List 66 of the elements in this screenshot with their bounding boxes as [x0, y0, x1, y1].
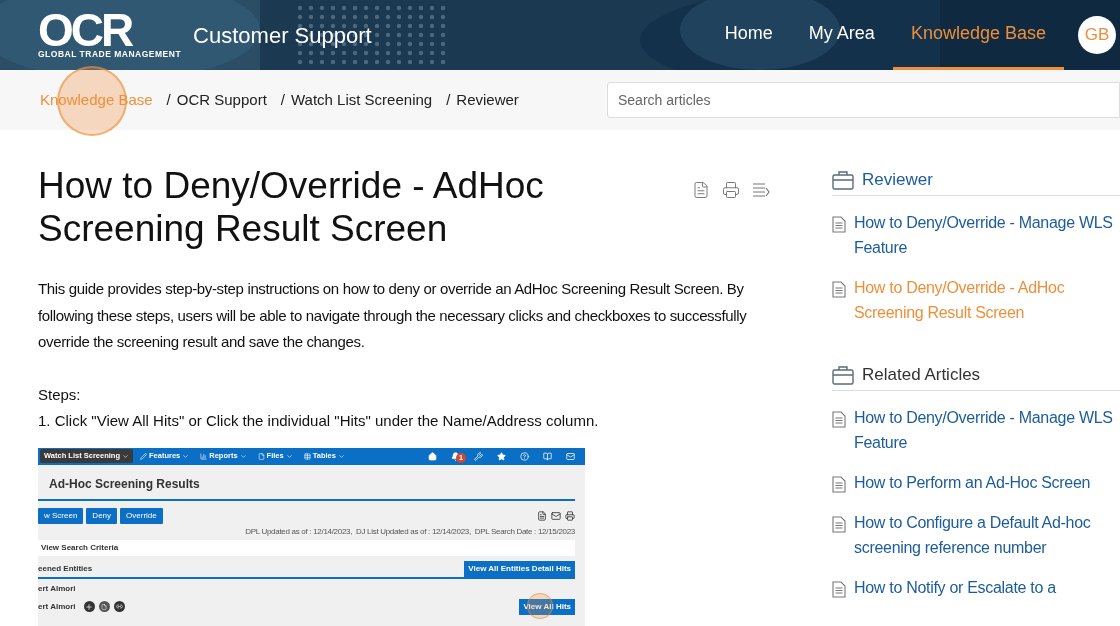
- pdf-icon[interactable]: [537, 510, 547, 521]
- document-icon: [832, 581, 846, 598]
- table-icon: [303, 452, 311, 460]
- document-icon: [832, 281, 846, 298]
- app-button[interactable]: Deny: [86, 507, 118, 524]
- nav-link[interactable]: Home: [706, 0, 791, 70]
- wrench-icon[interactable]: [474, 451, 483, 461]
- briefcase-icon: [832, 364, 854, 385]
- link-icon[interactable]: [113, 601, 125, 612]
- search-field[interactable]: Search articles: [607, 82, 1120, 118]
- document-icon: [832, 476, 846, 493]
- pdf-icon[interactable]: [692, 181, 710, 199]
- site-title: Customer Support: [193, 21, 372, 50]
- entity-name: ert Almori: [38, 600, 76, 613]
- sidebar-article-link[interactable]: How to Configure a Default Ad-hoc screening reference number: [854, 510, 1116, 560]
- sidebar-heading[interactable]: Reviewer: [862, 166, 933, 193]
- print-icon[interactable]: [565, 510, 575, 521]
- star-icon[interactable]: [497, 451, 506, 461]
- breadcrumb-link[interactable]: Reviewer: [456, 88, 519, 112]
- view-all-entities-button[interactable]: View All Entities Detail Hits: [464, 560, 575, 577]
- breadcrumb-separator: /: [166, 89, 171, 110]
- add-icon[interactable]: [83, 601, 95, 612]
- document-icon: [832, 516, 846, 533]
- search-criteria-bar[interactable]: View Search Criteria: [38, 539, 575, 556]
- section-heading: eened Entities: [38, 562, 93, 575]
- sidebar-article-link[interactable]: How to Deny/Override - Manage WLS Feature: [854, 405, 1116, 455]
- article-title: How to Deny/Override - AdHoc Screening Result Screen: [38, 164, 545, 250]
- document-icon[interactable]: [98, 601, 110, 612]
- file-icon: [257, 452, 265, 460]
- home-icon[interactable]: [428, 451, 437, 461]
- caret-icon: [182, 452, 190, 460]
- caret-icon: [285, 452, 293, 460]
- sidebar-article-link[interactable]: How to Perform an Ad-Hoc Screen: [854, 470, 1116, 495]
- sidebar-article-link[interactable]: How to Notify or Escalate to a: [854, 575, 1116, 600]
- nav-link[interactable]: My Area: [790, 0, 893, 70]
- breadcrumb-separator: /: [446, 89, 451, 110]
- app-button[interactable]: Override: [120, 507, 163, 524]
- text-lines-icon[interactable]: [752, 181, 770, 199]
- chart-icon: [200, 452, 208, 460]
- help-icon[interactable]: [520, 451, 529, 461]
- app-button[interactable]: w Screen: [38, 507, 84, 524]
- breadcrumb-link[interactable]: Watch List Screening: [291, 88, 433, 112]
- mail-icon[interactable]: [551, 510, 561, 521]
- book-icon[interactable]: [543, 451, 552, 461]
- steps-heading: Steps:: [38, 384, 82, 405]
- pencil-icon: [140, 452, 147, 460]
- caret-icon: [122, 452, 129, 460]
- logo-wordmark: OCR: [38, 11, 132, 49]
- step-text: 1. Click "View All Hits" or Click the individual "Hits" under the Name/Address column.: [38, 410, 600, 431]
- notification-badge: 1: [456, 452, 466, 463]
- sidebar-article-link[interactable]: How to Deny/Override - Manage WLS Feature: [854, 210, 1116, 260]
- logo-tagline: GLOBAL TRADE MANAGEMENT: [38, 49, 182, 59]
- view-all-hits-button[interactable]: View All Hits: [519, 598, 575, 615]
- entity-group-label: ert Almori: [38, 583, 77, 594]
- breadcrumb-separator: /: [280, 89, 285, 110]
- sidebar-heading: Related Articles: [862, 363, 981, 386]
- briefcase-icon: [832, 169, 854, 190]
- intro-paragraph: This guide provides step-by-step instructions on how to deny or override an AdHoc Screening Result Screen. By following these steps, users will be able to navigate through the necessary clicks and checkboxes to successfully override the screening result and save the changes.: [38, 279, 748, 352]
- print-icon[interactable]: [722, 181, 740, 199]
- caret-icon: [239, 452, 247, 460]
- document-icon: [832, 216, 846, 233]
- caret-icon: [337, 452, 345, 460]
- update-info: DPL Updated as of : 12/14/2023, DJ List Updated as of : 12/14/2023, DPL Search Date : 12/15/2023: [244, 526, 575, 537]
- breadcrumb-link[interactable]: OCR Support: [176, 88, 267, 112]
- app-page-title: Ad-Hoc Screening Results: [38, 464, 575, 501]
- document-icon: [832, 411, 846, 428]
